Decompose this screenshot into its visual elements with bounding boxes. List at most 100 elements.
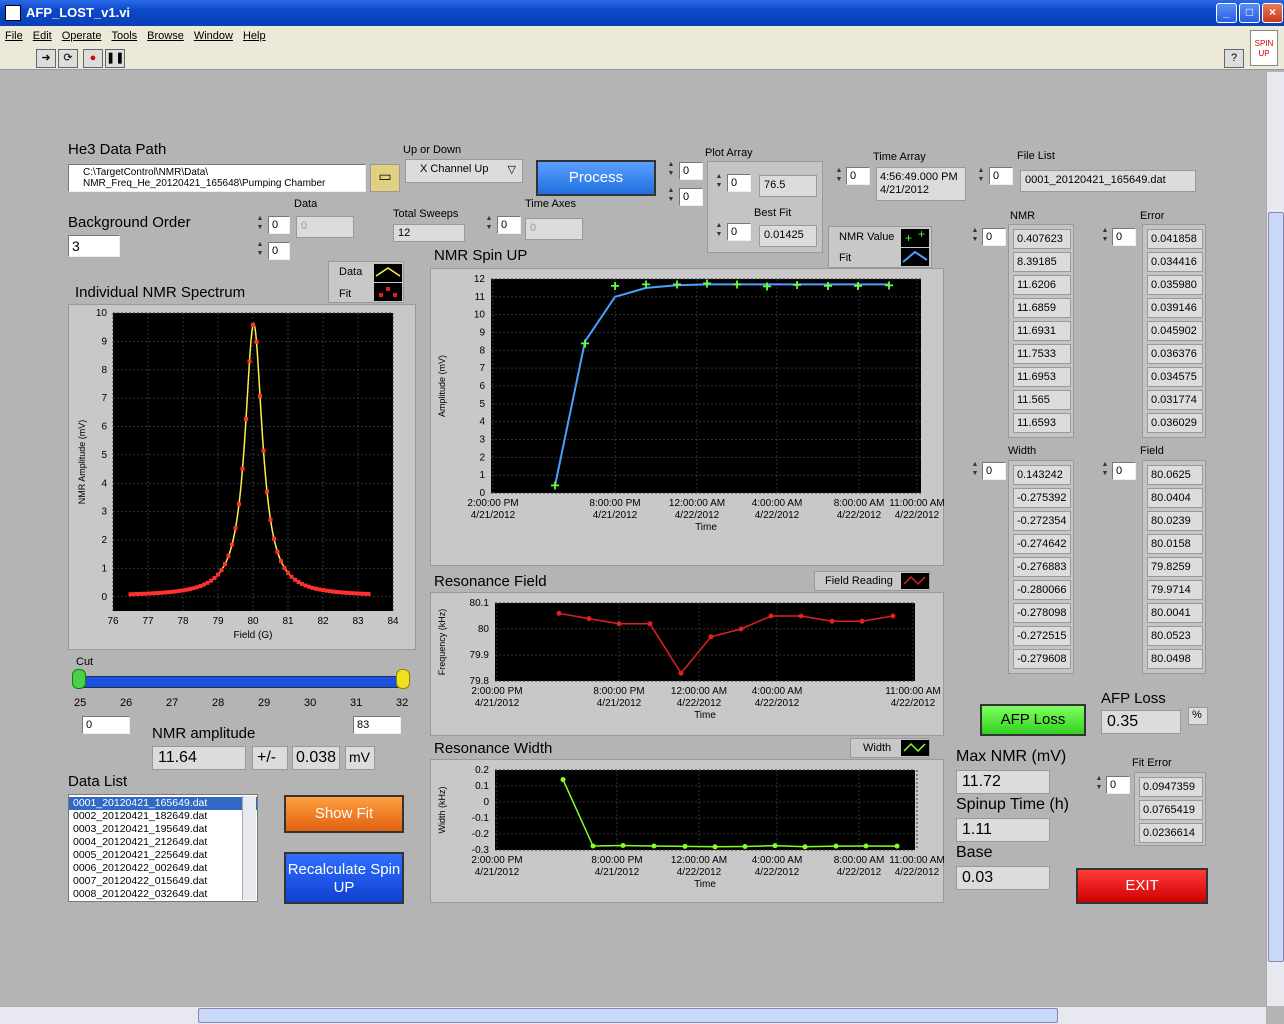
plot-array-inner-index-2[interactable]: 0 — [727, 223, 751, 241]
menu-edit[interactable]: Edit — [28, 26, 57, 42]
cut-slider-track[interactable] — [78, 676, 404, 688]
run-arrow-icon[interactable]: ➜ — [36, 49, 56, 68]
menu-help[interactable]: Help — [238, 26, 271, 42]
reswidth-chart[interactable]: -0.3-0.2-0.100.10.22:00:00 PM4/21/20128:… — [431, 760, 945, 904]
fit-error-spin[interactable]: ▲ ▼ — [1094, 774, 1104, 794]
he3-path-field[interactable]: C:\TargetControl\NMR\Data\ NMR_Freq_He_20… — [68, 164, 366, 192]
error-array-spin[interactable]: ▲ ▼ — [1100, 226, 1110, 246]
background-order-field[interactable]: 3 — [68, 235, 120, 257]
time-array-spin[interactable]: ▲ ▼ — [834, 166, 844, 186]
error-array-index[interactable]: 0 — [1112, 228, 1136, 246]
y-tick-label: -0.1 — [472, 813, 490, 824]
resfield-chart[interactable]: 79.879.98080.12:00:00 PM4/21/20128:00:00… — [431, 593, 945, 737]
resfield-legend: Field Reading — [814, 571, 930, 591]
plot-array-spin-1[interactable]: ▲ ▼ — [666, 160, 676, 180]
close-button[interactable]: × — [1262, 3, 1283, 23]
menu-browse[interactable]: Browse — [142, 26, 189, 42]
show-fit-button[interactable]: Show Fit — [284, 795, 404, 833]
exit-button[interactable]: EXIT — [1076, 868, 1208, 904]
array-element: 0.0947359 — [1139, 777, 1203, 797]
data-array-value: 0 — [296, 216, 354, 238]
cut-min-field[interactable]: 0 — [82, 716, 130, 734]
plot-array-inner-spin-2[interactable]: ▲ ▼ — [714, 221, 724, 241]
resfield-title: Resonance Field — [434, 573, 547, 590]
data-list-item[interactable]: 0008_20120422_032649.dat — [69, 888, 257, 901]
x-tick-label: 8:00:00 PM — [589, 498, 640, 509]
data-array-index-2[interactable]: 0 — [268, 242, 290, 260]
menu-file[interactable]: File — [0, 26, 28, 42]
maximize-button[interactable]: □ — [1239, 3, 1260, 23]
data-list-item[interactable]: 0005_20120421_225649.dat — [69, 849, 257, 862]
time-axes-index[interactable]: 0 — [497, 216, 521, 234]
data-list-scrollbar[interactable] — [242, 796, 256, 900]
file-list-spin[interactable]: ▲ ▼ — [976, 166, 986, 186]
nmr-array-spin[interactable]: ▲ ▼ — [970, 226, 980, 246]
time-array-value: 4:56:49.000 PM 4/21/2012 — [876, 167, 966, 201]
data-list-item[interactable]: 0001_20120421_165649.dat — [69, 797, 257, 810]
menu-window[interactable]: Window — [189, 26, 238, 42]
array-element: 0.036029 — [1147, 413, 1203, 433]
plot-array-spin-2[interactable]: ▲ ▼ — [666, 186, 676, 206]
spinup-chart[interactable]: 01234567891011122:00:00 PM4/21/20128:00:… — [431, 269, 945, 567]
time-axes-spin[interactable]: ▲ ▼ — [484, 214, 494, 234]
data-point — [163, 590, 168, 595]
plot-array-inner-index-1[interactable]: 0 — [727, 174, 751, 192]
array-element: 80.0625 — [1147, 465, 1203, 485]
menu-operate[interactable]: Operate — [57, 26, 107, 42]
horizontal-scrollbar[interactable] — [0, 1006, 1266, 1024]
data-point — [247, 359, 252, 364]
x-tick-label: 4/21/2012 — [595, 867, 640, 878]
cut-slider-min-handle[interactable] — [72, 669, 86, 689]
nmr-array-index[interactable]: 0 — [982, 228, 1006, 246]
plot-array-inner-spin-1[interactable]: ▲ ▼ — [714, 172, 724, 192]
data-list-item[interactable]: 0006_20120422_002649.dat — [69, 862, 257, 875]
up-down-select[interactable]: X Channel Up ▽ — [405, 159, 523, 183]
menu-tools[interactable]: Tools — [106, 26, 142, 42]
plot-array-index-2[interactable]: 0 — [679, 188, 703, 206]
y-tick-label: 2 — [101, 535, 107, 546]
time-array-index[interactable]: 0 — [846, 167, 870, 185]
data-list-item[interactable]: 0007_20120422_015649.dat — [69, 875, 257, 888]
field-array-index[interactable]: 0 — [1112, 462, 1136, 480]
file-list-index[interactable]: 0 — [989, 167, 1013, 185]
vertical-scrollbar[interactable] — [1266, 72, 1284, 1006]
x-axis-label: Time — [695, 522, 717, 533]
data-list-item[interactable]: 0002_20120421_182649.dat — [69, 810, 257, 823]
pause-icon[interactable]: ❚❚ — [105, 49, 125, 68]
field-array-spin[interactable]: ▲ ▼ — [1100, 460, 1110, 480]
data-list-item[interactable]: 0004_20120421_212649.dat — [69, 836, 257, 849]
cut-slider-max-handle[interactable] — [396, 669, 410, 689]
cut-max-field[interactable]: 83 — [353, 716, 401, 734]
data-array-spin-2[interactable]: ▲ ▼ — [255, 240, 265, 260]
width-array-spin[interactable]: ▲ ▼ — [970, 460, 980, 480]
data-list[interactable]: 0001_20120421_165649.dat 0002_20120421_18… — [68, 794, 258, 902]
data-point: + — [702, 275, 711, 292]
x-tick-label: 4/21/2012 — [471, 510, 516, 521]
process-button[interactable]: Process — [536, 160, 656, 196]
base-label: Base — [956, 844, 993, 861]
cut-tick-label: 30 — [304, 697, 317, 709]
afp-loss-button[interactable]: AFP Loss — [980, 704, 1086, 736]
data-point — [894, 843, 900, 849]
minimize-button[interactable]: _ — [1216, 3, 1237, 23]
fit-error-index[interactable]: 0 — [1106, 776, 1130, 794]
data-array-index-1[interactable]: 0 — [268, 216, 290, 234]
data-point: + — [884, 277, 893, 294]
data-point — [349, 591, 353, 596]
y-tick-label: 4 — [101, 478, 107, 489]
recalculate-spin-up-button[interactable]: Recalculate Spin UP — [284, 852, 404, 904]
abort-icon[interactable]: ● — [83, 49, 103, 68]
data-point — [223, 562, 227, 567]
spectrum-chart[interactable]: 76 77 78 79 80 81 82 83 84012345678910Field (G)N… — [69, 305, 417, 651]
data-point — [338, 590, 343, 595]
help-icon[interactable]: ? — [1224, 49, 1244, 68]
y-tick-label: -0.2 — [472, 829, 490, 840]
run-continuously-icon[interactable]: ⟳ — [58, 49, 78, 68]
width-array-index[interactable]: 0 — [982, 462, 1006, 480]
folder-icon[interactable]: ▭ — [370, 164, 400, 192]
plot-array-index-1[interactable]: 0 — [679, 162, 703, 180]
plus-minus-label: +/- — [252, 746, 288, 770]
data-point — [833, 843, 839, 849]
data-list-item[interactable]: 0003_20120421_195649.dat — [69, 823, 257, 836]
data-array-spin-1[interactable]: ▲ ▼ — [255, 214, 265, 234]
